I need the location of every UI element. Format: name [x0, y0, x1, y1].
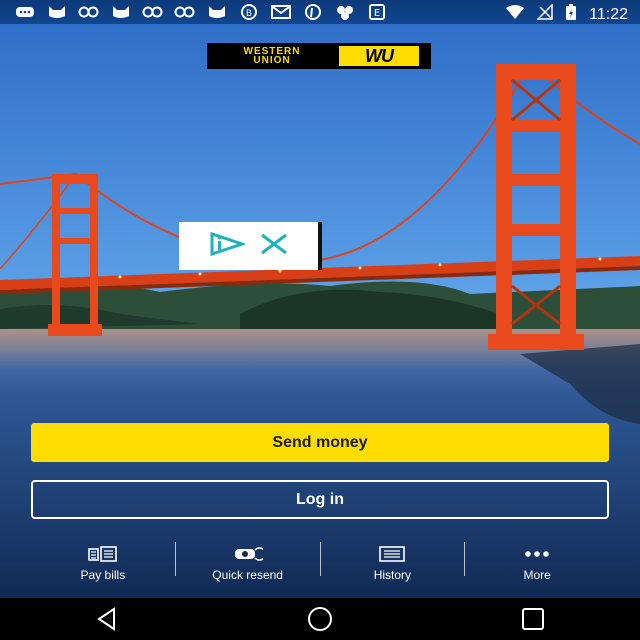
pinterest-icon [302, 3, 324, 20]
bill-icon [88, 544, 118, 564]
status-bar: B E 11:22 [0, 0, 640, 24]
app-90-icon [78, 3, 100, 20]
more-label: More [523, 568, 551, 582]
cluster-icon [334, 3, 356, 20]
history-icon [379, 544, 406, 564]
pay-bills-label: Pay bills [80, 568, 126, 582]
close-icon[interactable] [259, 232, 289, 261]
more-dots-icon [522, 544, 552, 564]
recents-icon[interactable] [503, 598, 563, 640]
notification-icons: B E [14, 3, 388, 20]
logo-mark: WU [339, 46, 419, 66]
status-time: 11:22 [589, 5, 628, 23]
home-icon[interactable] [290, 598, 350, 640]
back-icon[interactable] [77, 598, 137, 640]
history-label: History [373, 568, 412, 582]
pay-bills-button[interactable]: Pay bills [31, 540, 175, 584]
cat-icon [110, 3, 132, 20]
quick-actions-bar: Pay bills Quick resend History More [31, 540, 609, 584]
logo-text-line2: UNION [253, 55, 291, 66]
cat-icon [46, 3, 68, 20]
log-in-button[interactable]: Log in [31, 480, 609, 519]
wifi-icon [505, 4, 525, 25]
battery-icon [565, 3, 577, 26]
cat-icon [206, 3, 228, 20]
more-button[interactable]: More [465, 540, 609, 584]
quick-resend-button[interactable]: Quick resend [176, 540, 320, 584]
svg-text:B: B [246, 9, 252, 19]
adchoices-icon[interactable] [209, 231, 247, 262]
app-90-icon [174, 3, 196, 20]
app-90-icon [142, 3, 164, 20]
navigation-bar [0, 598, 640, 640]
svg-text:E: E [374, 8, 380, 19]
signal-icon [536, 3, 553, 25]
b-icon: B [238, 3, 260, 20]
history-button[interactable]: History [321, 540, 465, 584]
send-money-button[interactable]: Send money [31, 423, 609, 462]
resend-icon [233, 544, 263, 564]
quick-resend-label: Quick resend [212, 568, 283, 582]
western-union-logo: WESTERN UNION WU [207, 43, 431, 69]
message-icon [14, 3, 36, 20]
e-icon: E [366, 3, 388, 20]
ad-overlay [179, 222, 322, 270]
mail-icon [270, 3, 292, 20]
